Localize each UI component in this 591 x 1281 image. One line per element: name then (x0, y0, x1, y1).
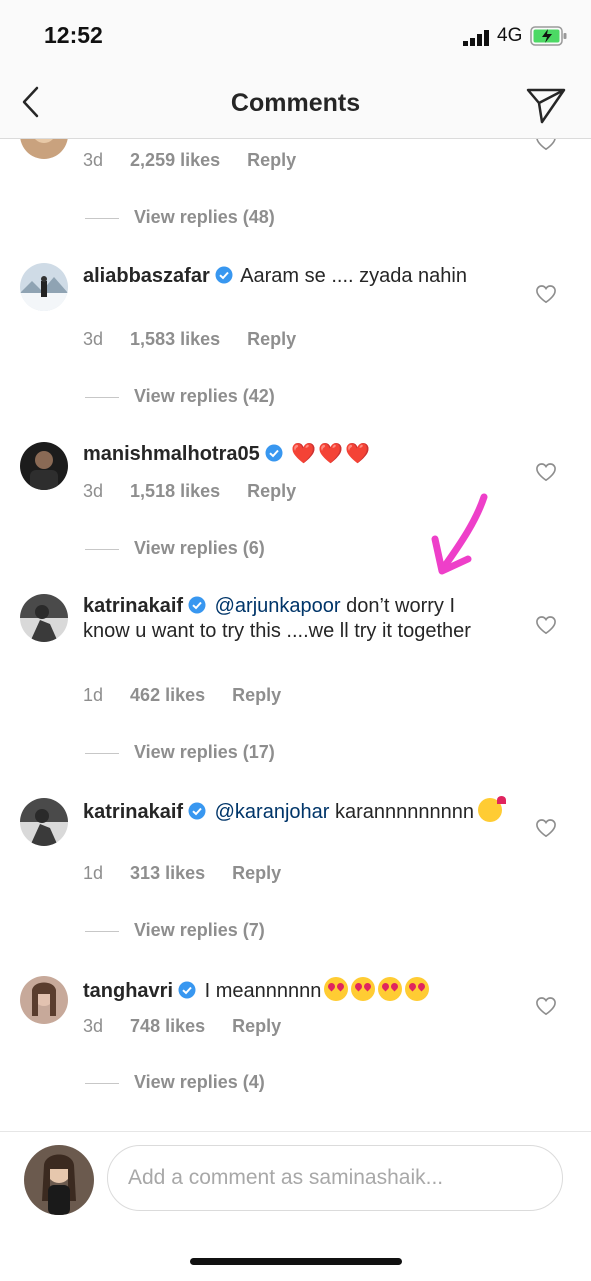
comment-body: tanghavri I meannnnnn (83, 977, 503, 1004)
reply-button[interactable]: Reply (232, 863, 281, 883)
verified-badge-icon (188, 596, 206, 614)
avatar[interactable] (20, 798, 68, 846)
heart-eyes-emoji-icon (351, 977, 376, 1001)
comment-username[interactable]: aliabbaszafar (83, 265, 210, 287)
page-title: Comments (230, 89, 361, 117)
avatar[interactable] (20, 139, 68, 159)
divider-line (85, 217, 119, 219)
comment-text: karannnnnnnnn (329, 801, 475, 823)
verified-badge-icon (265, 444, 283, 462)
comment-text: Aaram se .... zyada nahin (240, 265, 467, 287)
comment-username[interactable]: katrinakaif (83, 801, 183, 823)
heart-eyes-emoji-icon (378, 977, 403, 1001)
comment-age: 3d (83, 481, 104, 501)
like-heart-icon[interactable] (535, 818, 557, 838)
comment-username[interactable]: katrinakaif (83, 595, 183, 617)
comment-age: 1d (83, 685, 104, 705)
comment-username[interactable]: tanghavri (83, 980, 173, 1002)
comment-age: 3d (83, 1016, 104, 1036)
verified-badge-icon (188, 802, 206, 820)
navigation-bar: Comments (0, 70, 591, 139)
battery-charging-icon (530, 26, 567, 46)
avatar[interactable] (20, 594, 68, 642)
comment-age: 3d (83, 329, 104, 349)
add-comment-input[interactable] (107, 1145, 563, 1211)
reply-button[interactable]: Reply (247, 329, 296, 349)
direct-send-icon[interactable] (524, 82, 568, 126)
reply-button[interactable]: Reply (247, 150, 296, 170)
view-replies-button[interactable]: View replies (7) (85, 920, 265, 941)
comment-username[interactable]: manishmalhotra05 (83, 443, 260, 465)
heart-eyes-emoji-icon (405, 977, 430, 1001)
verified-badge-icon (178, 981, 196, 999)
like-count[interactable]: 1,583 likes (130, 329, 220, 349)
avatar[interactable] (20, 442, 68, 490)
view-replies-button[interactable]: View replies (6) (85, 538, 265, 559)
like-heart-icon[interactable] (535, 284, 557, 304)
comment-meta: 1d 313 likes Reply (83, 863, 303, 884)
avatar[interactable] (20, 263, 68, 311)
annotation-arrow-icon (431, 493, 488, 575)
comment-meta: 3d 1,518 likes Reply (83, 481, 318, 502)
like-heart-icon[interactable] (535, 462, 557, 482)
comments-list[interactable]: 3d 2,259 likes Reply View replies (48) a… (0, 139, 591, 1130)
like-heart-icon[interactable] (535, 615, 557, 635)
comment-body: aliabbaszafar Aaram se .... zyada nahin (83, 264, 503, 289)
like-count[interactable]: 748 likes (130, 1016, 205, 1036)
divider-line (85, 396, 119, 398)
reply-button[interactable]: Reply (247, 481, 296, 501)
like-count[interactable]: 313 likes (130, 863, 205, 883)
comment-body: manishmalhotra05 ❤️❤️❤️ (83, 442, 503, 467)
comment-age: 1d (83, 863, 104, 883)
comment-meta: 3d 2,259 likes Reply (83, 150, 318, 171)
divider-line (85, 752, 119, 754)
like-count[interactable]: 462 likes (130, 685, 205, 705)
view-replies-button[interactable]: View replies (48) (85, 207, 275, 228)
current-user-avatar (24, 1145, 94, 1215)
like-count[interactable]: 1,518 likes (130, 481, 220, 501)
view-replies-button[interactable]: View replies (42) (85, 386, 275, 407)
divider-line (85, 1082, 119, 1084)
mention-link[interactable]: @karanjohar (215, 801, 330, 823)
like-heart-icon[interactable] (535, 996, 557, 1016)
comment-body: katrinakaif @karanjohar karannnnnnnnn (83, 796, 507, 825)
view-replies-button[interactable]: View replies (17) (85, 742, 275, 763)
comment-age: 3d (83, 150, 104, 170)
reply-button[interactable]: Reply (232, 1016, 281, 1036)
network-type: 4G (497, 25, 523, 46)
view-replies-button[interactable]: View replies (4) (85, 1072, 265, 1093)
like-count[interactable]: 2,259 likes (130, 150, 220, 170)
kissing-face-emoji-icon (478, 796, 507, 822)
comment-meta: 3d 1,583 likes Reply (83, 329, 318, 350)
comment-body: katrinakaif @arjunkapoor don’t worry I k… (83, 594, 503, 644)
heart-eyes-emoji-icon (324, 977, 349, 1001)
status-bar: 12:52 4G (0, 0, 591, 70)
comment-meta: 1d 462 likes Reply (83, 685, 303, 706)
comment-text: I meannnnnn (204, 980, 322, 1002)
avatar[interactable] (20, 976, 68, 1024)
divider-line (85, 548, 119, 550)
divider-line (85, 930, 119, 932)
signal-strength-icon (463, 30, 489, 46)
like-heart-icon[interactable] (535, 139, 557, 151)
verified-badge-icon (215, 266, 233, 284)
mention-link[interactable]: @arjunkapoor (215, 595, 341, 617)
home-indicator[interactable] (190, 1258, 402, 1265)
comment-text: ❤️❤️❤️ (291, 443, 373, 465)
reply-button[interactable]: Reply (232, 685, 281, 705)
status-time: 12:52 (44, 22, 103, 48)
comment-meta: 3d 748 likes Reply (83, 1016, 303, 1037)
